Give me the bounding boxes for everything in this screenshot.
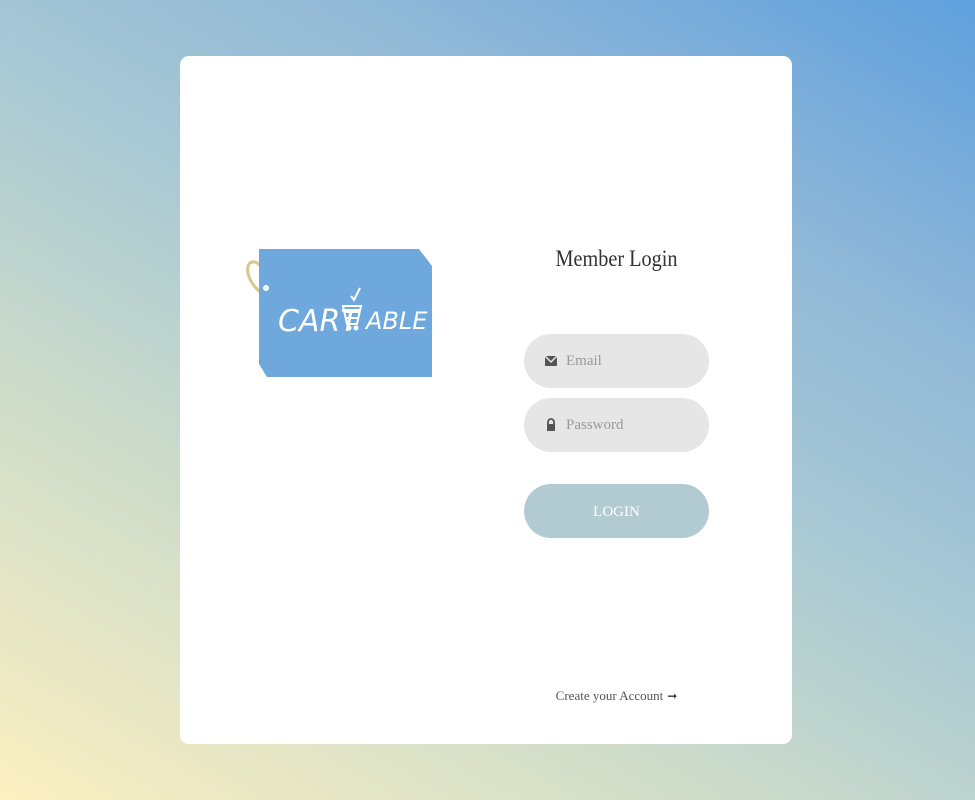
password-input[interactable]	[566, 398, 696, 452]
email-field[interactable]	[524, 334, 709, 388]
lock-icon	[547, 418, 555, 431]
logo-text-left: CART	[278, 304, 361, 339]
login-card: CART ABLE Member Login LOGIN Create your…	[180, 56, 792, 744]
envelope-icon	[544, 355, 558, 366]
create-account-label: Create your Account	[555, 688, 664, 703]
login-button[interactable]: LOGIN	[524, 484, 709, 538]
arrow-right-icon: ➞	[667, 689, 678, 703]
email-input[interactable]	[566, 334, 696, 388]
cartable-logo: CART ABLE	[242, 246, 438, 388]
page-title: Member Login	[555, 246, 678, 271]
logo-graphic: CART ABLE	[246, 249, 432, 377]
password-field[interactable]	[524, 398, 709, 452]
logo-text-right: ABLE	[364, 307, 428, 335]
create-account-link[interactable]: Create your Account ➞	[524, 688, 709, 704]
